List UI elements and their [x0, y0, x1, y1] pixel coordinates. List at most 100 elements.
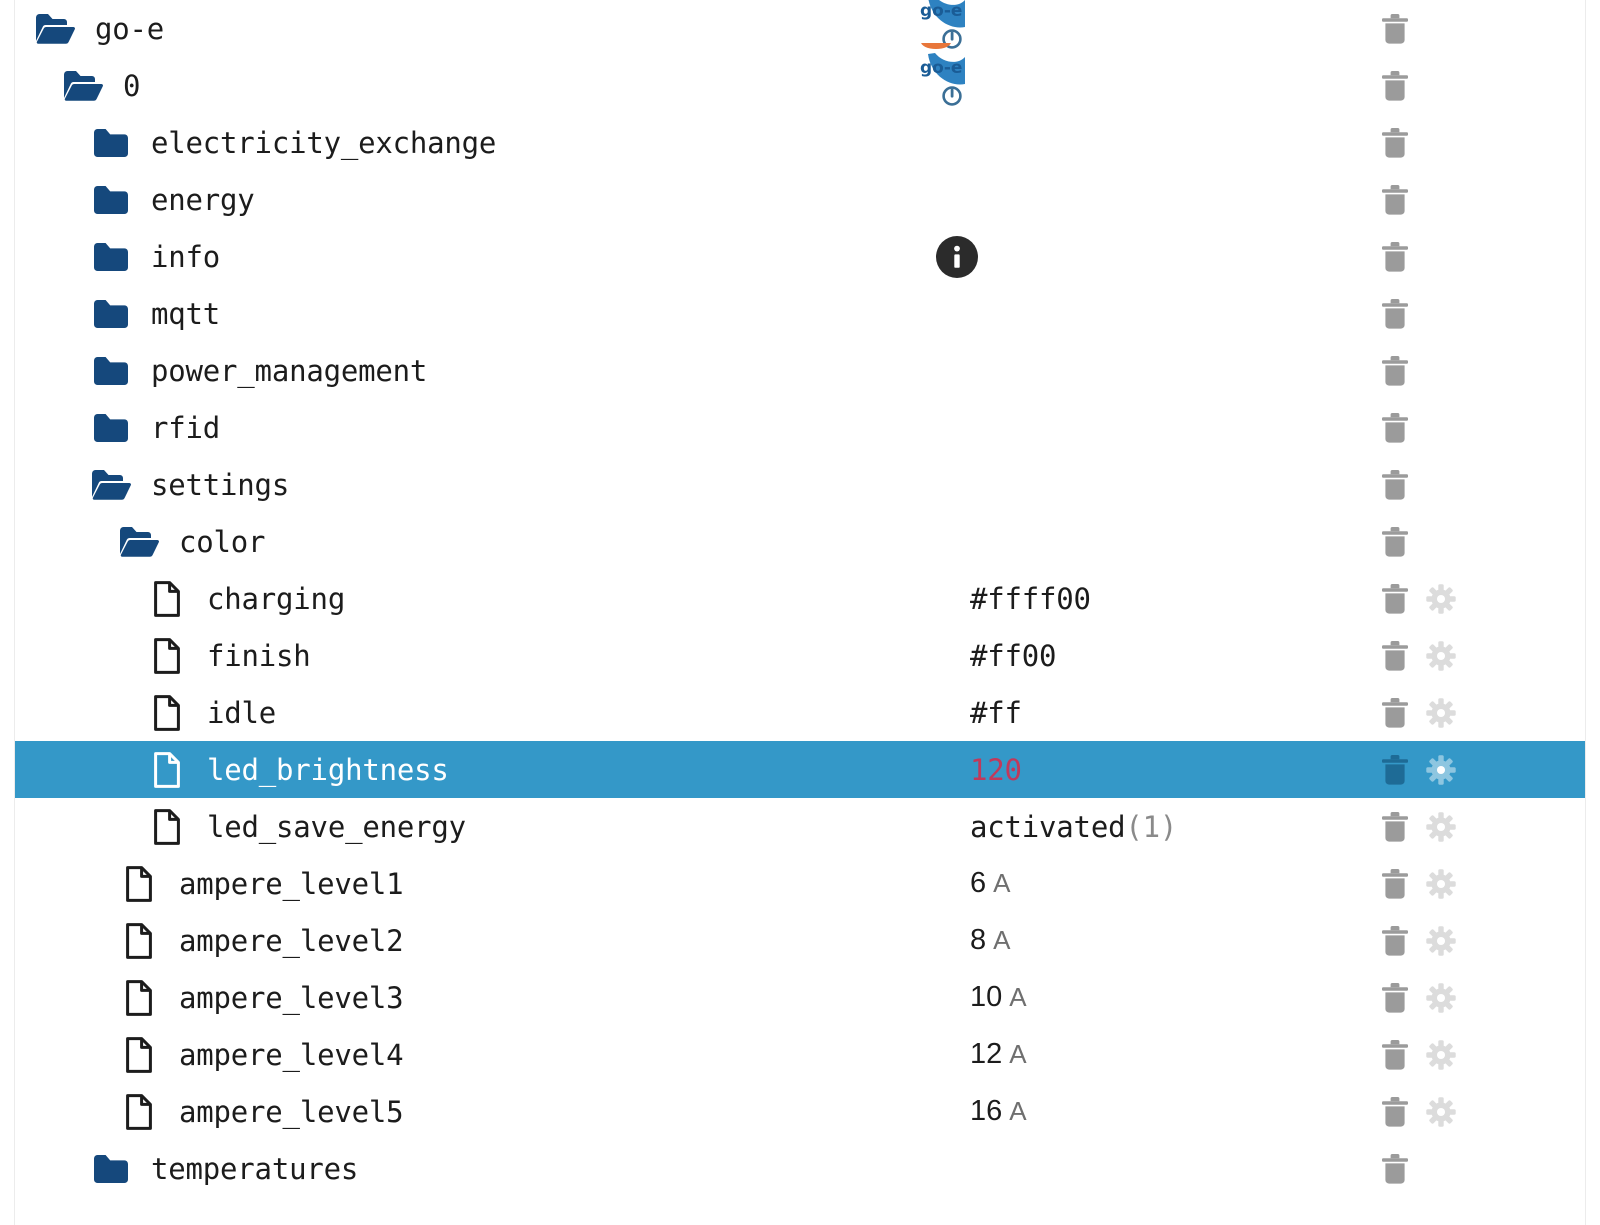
gear-icon[interactable] [1426, 811, 1456, 843]
trash-icon[interactable] [1381, 298, 1409, 330]
tree-row-charging[interactable]: charging #ffff00 [15, 570, 1585, 627]
trash-icon[interactable] [1381, 583, 1409, 615]
tree-row-mqtt[interactable]: mqtt [15, 285, 1585, 342]
delete-button[interactable] [1380, 1152, 1410, 1186]
gear-icon[interactable] [1426, 1039, 1456, 1071]
folder-open-icon[interactable] [117, 520, 161, 564]
settings-button[interactable] [1426, 981, 1456, 1015]
trash-icon[interactable] [1381, 811, 1409, 843]
tree-row-name-cell[interactable]: temperatures [15, 1147, 955, 1191]
tree-row-ampere_level1[interactable]: ampere_level1 6 A [15, 855, 1585, 912]
folder-open-icon[interactable] [89, 463, 133, 507]
trash-icon[interactable] [1381, 697, 1409, 729]
tree-row-name-cell[interactable]: energy [15, 178, 955, 222]
tree-row-name-cell[interactable]: ampere_level4 [15, 1033, 955, 1077]
tree-row-name-cell[interactable]: mqtt [15, 292, 955, 336]
tree-row-name-cell[interactable]: led_save_energy [15, 805, 955, 849]
tree-row-finish[interactable]: finish #ff00 [15, 627, 1585, 684]
delete-button[interactable] [1380, 69, 1410, 103]
tree-row-electricity_exchange[interactable]: electricity_exchange [15, 114, 1585, 171]
settings-button[interactable] [1426, 924, 1456, 958]
tree-row-0[interactable]: 0 go-e [15, 43, 1585, 114]
tree-row-name-cell[interactable]: ampere_level1 [15, 862, 955, 906]
tree-row-name-cell[interactable]: ampere_level5 [15, 1090, 955, 1134]
delete-button[interactable] [1380, 240, 1410, 274]
trash-icon[interactable] [1381, 1039, 1409, 1071]
trash-icon[interactable] [1381, 184, 1409, 216]
delete-button[interactable] [1380, 411, 1410, 445]
delete-button[interactable] [1380, 582, 1410, 616]
delete-button[interactable] [1380, 867, 1410, 901]
tree-row-name-cell[interactable]: ampere_level3 [15, 976, 955, 1020]
delete-button[interactable] [1380, 639, 1410, 673]
folder-closed-icon[interactable] [89, 235, 133, 279]
folder-closed-icon[interactable] [89, 121, 133, 165]
tree-row-name-cell[interactable]: ampere_level2 [15, 919, 955, 963]
tree-row-name-cell[interactable]: power_management [15, 349, 955, 393]
tree-row-idle[interactable]: idle #ff [15, 684, 1585, 741]
delete-button[interactable] [1380, 981, 1410, 1015]
gear-icon[interactable] [1426, 925, 1456, 957]
tree-row-color[interactable]: color [15, 513, 1585, 570]
gear-icon[interactable] [1426, 640, 1456, 672]
tree-row-ampere_level3[interactable]: ampere_level3 10 A [15, 969, 1585, 1026]
delete-button[interactable] [1380, 1095, 1410, 1129]
tree-row-name-cell[interactable]: settings [15, 463, 955, 507]
trash-icon[interactable] [1381, 1153, 1409, 1185]
trash-icon[interactable] [1381, 127, 1409, 159]
tree-row-name-cell[interactable]: electricity_exchange [15, 121, 955, 165]
folder-closed-icon[interactable] [89, 1147, 133, 1191]
delete-button[interactable] [1380, 696, 1410, 730]
delete-button[interactable] [1380, 126, 1410, 160]
delete-button[interactable] [1380, 924, 1410, 958]
trash-icon[interactable] [1381, 13, 1409, 45]
folder-open-icon[interactable] [33, 7, 77, 51]
settings-button[interactable] [1426, 753, 1456, 787]
tree-row-led_save_energy[interactable]: led_save_energy activated (1) [15, 798, 1585, 855]
tree-row-name-cell[interactable]: rfid [15, 406, 955, 450]
folder-closed-icon[interactable] [89, 349, 133, 393]
tree-row-energy[interactable]: energy [15, 171, 1585, 228]
folder-open-icon[interactable] [61, 64, 105, 108]
tree-row-name-cell[interactable]: led_brightness [15, 748, 955, 792]
gear-icon[interactable] [1426, 1096, 1456, 1128]
settings-button[interactable] [1426, 810, 1456, 844]
tree-row-led_brightness[interactable]: led_brightness 120 [15, 741, 1585, 798]
delete-button[interactable] [1380, 810, 1410, 844]
trash-icon[interactable] [1381, 925, 1409, 957]
settings-button[interactable] [1426, 639, 1456, 673]
tree-row-name-cell[interactable]: finish [15, 634, 955, 678]
trash-icon[interactable] [1381, 754, 1409, 786]
tree-row-go-e[interactable]: go-e go-e [15, 0, 1585, 57]
settings-button[interactable] [1426, 867, 1456, 901]
trash-icon[interactable] [1381, 1096, 1409, 1128]
delete-button[interactable] [1380, 1038, 1410, 1072]
trash-icon[interactable] [1381, 640, 1409, 672]
tree-row-name-cell[interactable]: idle [15, 691, 955, 735]
trash-icon[interactable] [1381, 868, 1409, 900]
settings-button[interactable] [1426, 1095, 1456, 1129]
settings-button[interactable] [1426, 696, 1456, 730]
trash-icon[interactable] [1381, 70, 1409, 102]
trash-icon[interactable] [1381, 982, 1409, 1014]
gear-icon[interactable] [1426, 697, 1456, 729]
delete-button[interactable] [1380, 354, 1410, 388]
folder-closed-icon[interactable] [89, 178, 133, 222]
settings-button[interactable] [1426, 1038, 1456, 1072]
delete-button[interactable] [1380, 468, 1410, 502]
tree-row-info[interactable]: info [15, 228, 1585, 285]
gear-icon[interactable] [1426, 982, 1456, 1014]
trash-icon[interactable] [1381, 412, 1409, 444]
tree-row-name-cell[interactable]: 0 [15, 64, 955, 108]
tree-row-rfid[interactable]: rfid [15, 399, 1585, 456]
trash-icon[interactable] [1381, 241, 1409, 273]
delete-button[interactable] [1380, 525, 1410, 559]
tree-row-settings[interactable]: settings [15, 456, 1585, 513]
delete-button[interactable] [1380, 297, 1410, 331]
tree-row-name-cell[interactable]: info [15, 235, 955, 279]
tree-row-name-cell[interactable]: charging [15, 577, 955, 621]
delete-button[interactable] [1380, 753, 1410, 787]
tree-row-ampere_level2[interactable]: ampere_level2 8 A [15, 912, 1585, 969]
trash-icon[interactable] [1381, 526, 1409, 558]
tree-row-name-cell[interactable]: go-e [15, 7, 955, 51]
